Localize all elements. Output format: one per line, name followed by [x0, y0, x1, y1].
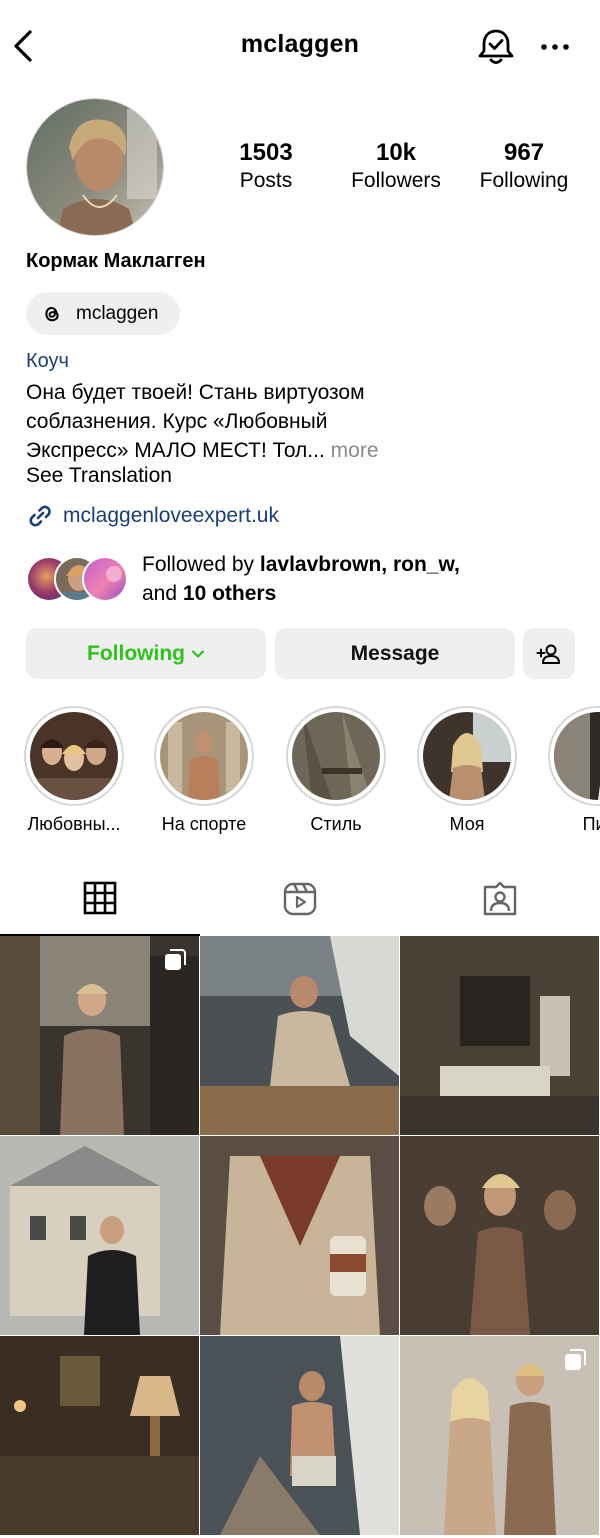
website-url: mclaggenloveexpert.uk	[63, 504, 279, 527]
story-highlight[interactable]: Пик	[546, 706, 600, 835]
tab-tagged[interactable]	[400, 862, 600, 936]
mutual-follower-avatar	[82, 556, 128, 602]
threads-handle: mclaggen	[76, 302, 159, 324]
followers-count: 10k	[375, 139, 417, 166]
followers-label: Followers	[351, 169, 441, 192]
profile-full-name: Кормак Маклагген	[26, 250, 206, 272]
link-icon	[29, 505, 51, 527]
website-link[interactable]: mclaggenloveexpert.uk	[26, 502, 279, 530]
highlight-cover	[154, 706, 254, 806]
highlight-cover	[286, 706, 386, 806]
highlight-label: Стиль	[310, 814, 362, 834]
story-highlight[interactable]: На спорте	[152, 706, 256, 835]
profile-tabs	[0, 862, 600, 936]
post-thumbnail[interactable]	[0, 1336, 199, 1535]
highlight-label: Пик	[582, 814, 600, 834]
followers-stat[interactable]: 10k Followers	[340, 138, 452, 194]
post-thumbnail[interactable]	[200, 1136, 399, 1335]
highlight-cover	[24, 706, 124, 806]
carousel-icon	[165, 949, 186, 970]
post-thumbnail[interactable]	[400, 1136, 599, 1335]
carousel-icon	[565, 1349, 586, 1370]
story-highlight[interactable]: Моя	[415, 706, 519, 835]
tab-reels[interactable]	[200, 862, 400, 936]
story-highlight[interactable]: Стиль	[284, 706, 388, 835]
followed-by-names: lavlavbrown, ron_w,	[259, 553, 460, 576]
following-stat[interactable]: 967 Following	[470, 138, 578, 194]
following-button-label: Following	[87, 641, 185, 665]
bio-line: Экспресс» МАЛО МЕСТ! Тол... more	[26, 436, 446, 465]
highlight-cover	[548, 706, 600, 806]
posts-label: Posts	[239, 169, 293, 192]
profile-bio: Она будет твоей! Стань виртуозом соблазн…	[26, 378, 446, 465]
bio-line: соблазнения. Курс «Любовный	[26, 410, 328, 433]
tab-posts-grid[interactable]	[0, 862, 200, 936]
followed-by-prefix: Followed by	[142, 553, 255, 576]
threads-icon	[45, 306, 59, 321]
profile-category: Коуч	[26, 350, 69, 372]
following-label: Following	[479, 169, 569, 192]
threads-badge-button[interactable]: mclaggen	[26, 292, 180, 335]
grid-icon	[83, 881, 117, 915]
mutual-followers-avatars[interactable]	[26, 556, 130, 602]
post-thumbnail[interactable]	[0, 936, 199, 1135]
following-button[interactable]: Following	[26, 628, 266, 679]
post-thumbnail[interactable]	[200, 1336, 399, 1535]
post-thumbnail[interactable]	[0, 1136, 199, 1335]
tagged-icon	[483, 882, 517, 916]
post-thumbnail[interactable]	[400, 936, 599, 1135]
add-user-icon	[536, 644, 560, 664]
followed-by-line: Followed by lavlavbrown, ron_w,	[142, 550, 460, 579]
chevron-down-icon	[191, 649, 205, 658]
top-bar: mclaggen	[0, 0, 600, 92]
story-highlight[interactable]: Любовны...	[22, 706, 126, 835]
followed-by-others: 10 others	[182, 582, 277, 605]
followed-by-line: and 10 others	[142, 579, 460, 608]
highlight-label: Моя	[449, 814, 485, 834]
post-thumbnail[interactable]	[400, 1336, 599, 1535]
bio-more-link[interactable]: more	[331, 439, 379, 462]
add-user-button[interactable]	[523, 628, 575, 679]
story-highlights-row[interactable]: Любовны... На спорте Стиль Моя Пик	[0, 706, 600, 846]
highlight-label: На спорте	[161, 814, 247, 834]
bio-line: Она будет твоей! Стань виртуозом	[26, 381, 365, 404]
post-thumbnail[interactable]	[200, 936, 399, 1135]
see-translation-link[interactable]: See Translation	[26, 464, 172, 488]
posts-grid	[0, 936, 600, 1538]
highlight-cover	[417, 706, 517, 806]
profile-avatar[interactable]	[26, 98, 164, 236]
following-count: 967	[503, 139, 545, 166]
notification-bell-icon[interactable]	[476, 26, 516, 66]
message-button[interactable]: Message	[275, 628, 515, 679]
posts-count: 1503	[239, 139, 293, 166]
highlight-label: Любовны...	[27, 814, 121, 834]
more-dots-icon[interactable]	[538, 32, 572, 62]
bio-line-text: Экспресс» МАЛО МЕСТ! Тол...	[26, 439, 325, 462]
followed-by-text[interactable]: Followed by lavlavbrown, ron_w, and 10 o…	[142, 550, 460, 608]
posts-stat[interactable]: 1503 Posts	[220, 138, 312, 194]
reels-icon	[283, 882, 317, 916]
followed-by-and: and	[142, 582, 178, 605]
